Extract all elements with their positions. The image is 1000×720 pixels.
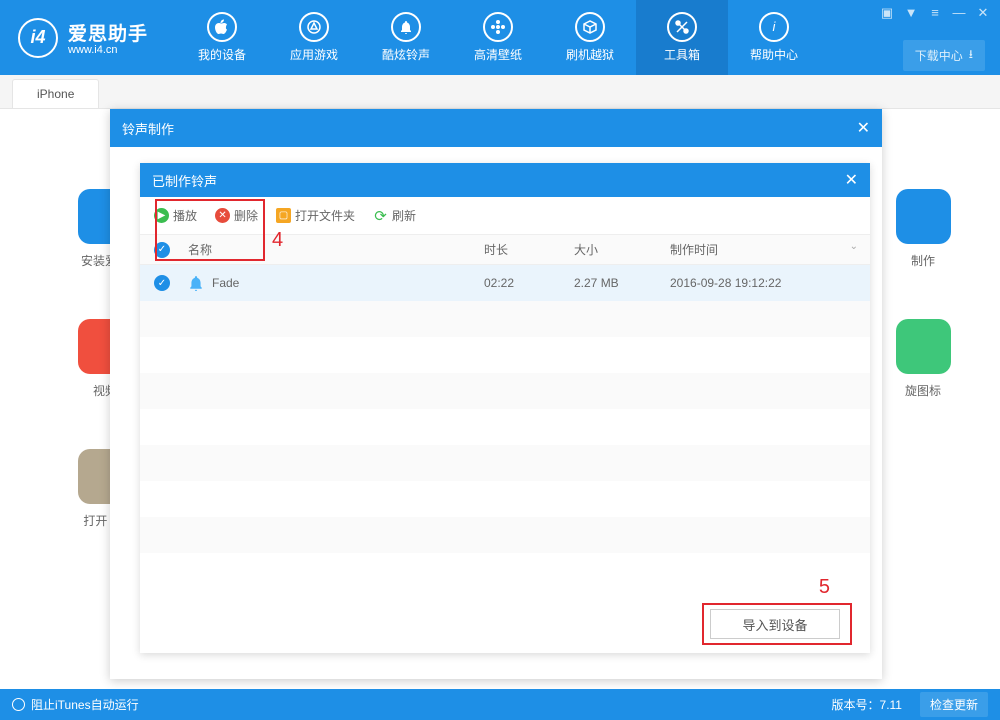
col-created[interactable]: 制作时间⌄ [664, 241, 870, 258]
block-itunes-label[interactable]: 阻止iTunes自动运行 [31, 696, 139, 713]
nav-wallpapers[interactable]: 高清壁纸 [452, 0, 544, 75]
flower-icon [483, 12, 513, 42]
made-ringtones-modal: 已制作铃声 ✕ ▶播放 ✕删除 ▢打开文件夹 ⟳刷新 ✓ 名称 时长 大小 制作… [140, 163, 870, 653]
bell-plus-icon [896, 189, 951, 244]
apple-icon [207, 12, 237, 42]
play-button[interactable]: ▶播放 [154, 207, 197, 224]
grid-make[interactable]: 制作 [888, 189, 958, 269]
skin-icon[interactable]: ▼ [904, 6, 918, 20]
device-tabs: iPhone [0, 75, 1000, 109]
toggle-icon[interactable] [12, 698, 25, 711]
app-header: i4 爱思助手 www.i4.cn 我的设备 应用游戏 酷炫铃声 高清壁纸 刷机… [0, 0, 1000, 75]
delete-icon: ✕ [215, 208, 230, 223]
chevron-down-icon: ⌄ [850, 241, 858, 252]
check-update-button[interactable]: 检查更新 [920, 692, 988, 717]
rotate-icon [896, 319, 951, 374]
info-icon: i [759, 12, 789, 42]
table-row[interactable]: ✓ Fade 02:22 2.27 MB 2016-09-28 19:12:22 [140, 265, 870, 301]
menu-icon[interactable]: ≡ [928, 6, 942, 20]
ringtone-table: ✓ 名称 时长 大小 制作时间⌄ ✓ Fade 02:22 2.27 MB 20… [140, 235, 870, 589]
refresh-button[interactable]: ⟳刷新 [373, 207, 416, 224]
tab-iphone[interactable]: iPhone [12, 79, 99, 108]
col-duration[interactable]: 时长 [484, 241, 574, 258]
row-created: 2016-09-28 19:12:22 [664, 276, 870, 290]
row-checkbox[interactable]: ✓ [154, 275, 170, 291]
bell-icon [391, 12, 421, 42]
content-area: 安装爱思 制作 视频 旋图标 打开 SS 铃声制作 ✕ 已制作铃声 ✕ ▶播放 … [0, 109, 1000, 689]
main-nav: 我的设备 应用游戏 酷炫铃声 高清壁纸 刷机越狱 工具箱 i 帮助中心 [176, 0, 820, 75]
import-to-device-button[interactable]: 导入到设备 [710, 609, 840, 639]
nav-help[interactable]: i 帮助中心 [728, 0, 820, 75]
nav-jailbreak[interactable]: 刷机越狱 [544, 0, 636, 75]
version-label: 版本号：7.11 [832, 696, 902, 713]
box-icon [575, 12, 605, 42]
tools-icon [667, 12, 697, 42]
open-folder-button[interactable]: ▢打开文件夹 [276, 207, 355, 224]
close-icon[interactable]: ✕ [845, 170, 858, 190]
toolbar: ▶播放 ✕删除 ▢打开文件夹 ⟳刷新 [140, 197, 870, 235]
window-controls: ▣ ▼ ≡ — ✕ [880, 6, 990, 20]
select-all-checkbox[interactable]: ✓ [154, 242, 170, 258]
feedback-icon[interactable]: ▣ [880, 6, 894, 20]
nav-my-device[interactable]: 我的设备 [176, 0, 268, 75]
download-center-button[interactable]: 下载中心 ⭳ [903, 40, 985, 71]
logo: i4 爱思助手 www.i4.cn [0, 18, 166, 58]
ringtone-icon [188, 275, 204, 291]
app-store-icon [299, 12, 329, 42]
folder-icon: ▢ [276, 208, 291, 223]
svg-text:i: i [773, 19, 777, 34]
close-icon[interactable]: ✕ [857, 118, 870, 138]
col-size[interactable]: 大小 [574, 241, 664, 258]
table-header: ✓ 名称 时长 大小 制作时间⌄ [140, 235, 870, 265]
nav-toolbox[interactable]: 工具箱 [636, 0, 728, 75]
play-icon: ▶ [154, 208, 169, 223]
grid-rotate[interactable]: 旋图标 [888, 319, 958, 399]
col-name[interactable]: 名称 [184, 241, 484, 258]
row-duration: 02:22 [484, 276, 574, 290]
status-bar: 阻止iTunes自动运行 版本号：7.11 检查更新 [0, 689, 1000, 720]
row-size: 2.27 MB [574, 276, 664, 290]
inner-modal-title: 已制作铃声 [152, 171, 217, 190]
minimize-icon[interactable]: — [952, 6, 966, 20]
row-name: Fade [212, 276, 239, 290]
download-icon: ⭳ [969, 45, 973, 66]
refresh-icon: ⟳ [373, 208, 388, 223]
close-icon[interactable]: ✕ [976, 6, 990, 20]
nav-apps[interactable]: 应用游戏 [268, 0, 360, 75]
nav-ringtones[interactable]: 酷炫铃声 [360, 0, 452, 75]
outer-modal-title: 铃声制作 [122, 119, 174, 138]
logo-icon: i4 [18, 18, 58, 58]
annotation-5: 5 [819, 576, 830, 599]
delete-button[interactable]: ✕删除 [215, 207, 258, 224]
app-name: 爱思助手 [68, 19, 148, 46]
annotation-4: 4 [272, 229, 283, 252]
